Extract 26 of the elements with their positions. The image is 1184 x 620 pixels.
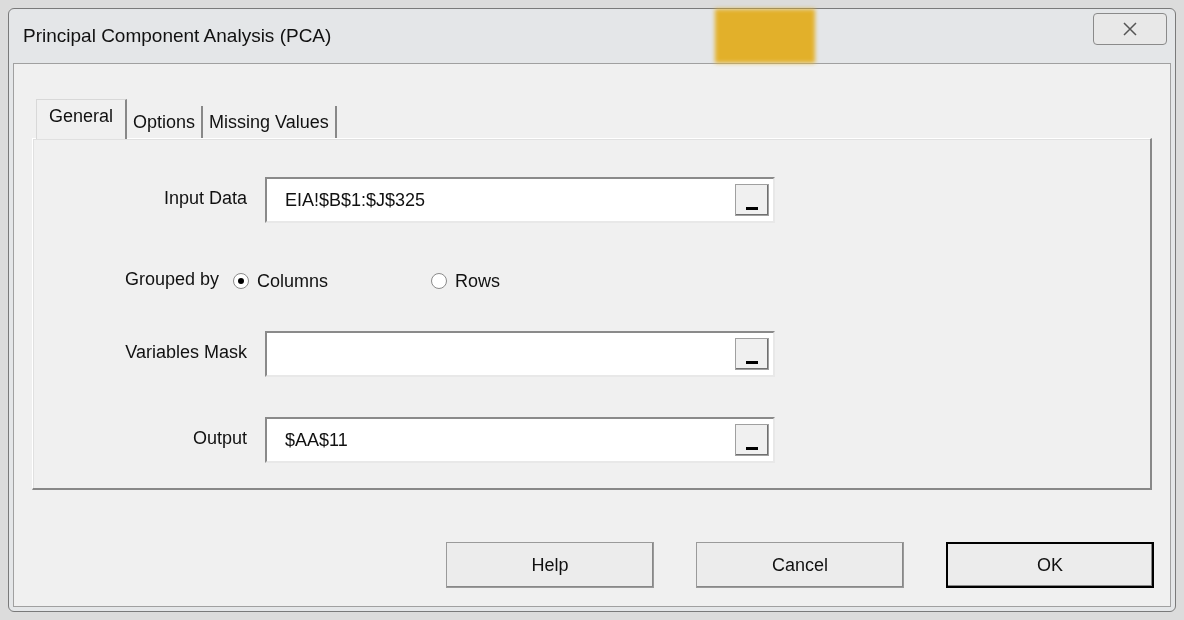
field-label: Variables Mask — [124, 341, 248, 364]
minimize-bar-icon — [746, 207, 758, 210]
field-label: Input Data — [162, 187, 248, 210]
radio-button[interactable] — [431, 273, 447, 289]
radio-option[interactable]: Columns — [233, 267, 431, 295]
tab[interactable]: General — [36, 99, 128, 139]
field-value: EIA!$B$1:$J$325 — [285, 188, 427, 212]
dialog-button[interactable]: OK — [946, 542, 1154, 588]
radio-group-label: Grouped by — [123, 267, 220, 291]
range-field[interactable] — [265, 331, 775, 377]
range-select-button[interactable] — [735, 338, 769, 370]
range-field[interactable]: $AA$11 — [265, 417, 775, 463]
radio-option[interactable]: Rows — [431, 267, 500, 295]
field-label: Output — [191, 427, 248, 450]
field-value: $AA$11 — [285, 428, 349, 452]
dialog-button[interactable]: Help — [446, 542, 654, 588]
range-select-button[interactable] — [735, 424, 769, 456]
window-title: Principal Component Analysis (PCA) — [23, 23, 332, 48]
range-select-button[interactable] — [735, 184, 769, 216]
close-button[interactable] — [1093, 13, 1167, 45]
dialog-button[interactable]: Cancel — [696, 542, 904, 588]
close-icon — [1121, 21, 1139, 37]
minimize-bar-icon — [746, 447, 758, 450]
radio-button[interactable] — [233, 273, 249, 289]
range-field[interactable]: EIA!$B$1:$J$325 — [265, 177, 775, 223]
minimize-bar-icon — [746, 361, 758, 364]
